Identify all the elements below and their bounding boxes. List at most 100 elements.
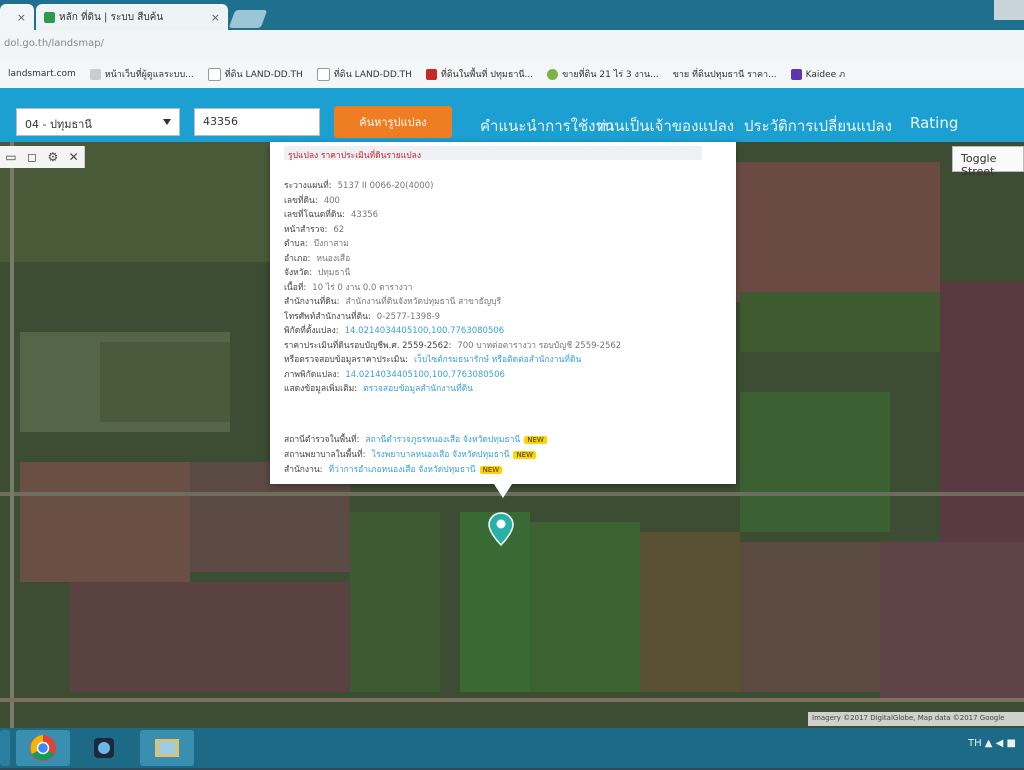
map-marker-icon[interactable] <box>488 512 514 546</box>
info-value: ปทุมธานี <box>317 268 351 278</box>
system-tray[interactable]: TH ▲ ◀ ■ <box>968 738 1016 749</box>
page-icon <box>316 67 330 81</box>
chrome-icon[interactable] <box>16 730 70 766</box>
bookmark-label: Kaidee ภ <box>805 70 845 80</box>
info-value: 10 ไร่ 0 งาน 0.0 ตารางวา <box>312 282 413 293</box>
app-icon[interactable] <box>84 730 124 766</box>
info-label: ภาพพิกัดแปลง: <box>284 369 340 380</box>
info-row: แสดงข้อมูลเพิ่มเติม: ตรวจสอบข้อมูลสำนักงา… <box>284 381 473 395</box>
info-label: หน้าสำรวจ: <box>284 224 328 235</box>
nearby-row: สถานีตำรวจในพื้นที่: สถานีตำรวจภูธรหนองเส… <box>284 432 547 446</box>
page-icon <box>207 67 221 81</box>
tab-close-icon[interactable]: × <box>211 11 220 24</box>
parcel-number-input[interactable]: 43356 <box>194 108 320 136</box>
bookmark-item[interactable]: หน้าเว็บที่ผู้ดูแลระบบ... <box>89 67 194 81</box>
nearby-row: สำนักงาน: ที่ว่าการอำเภอหนองเสือ จังหวัดป… <box>284 462 503 476</box>
info-link[interactable]: ตรวจสอบข้อมูลสำนักงานที่ดิน <box>363 384 473 394</box>
square-icon[interactable]: ◻ <box>27 150 37 164</box>
nav-history[interactable]: ประวัติการเปลี่ยนแปลง <box>744 114 892 138</box>
info-label: แสดงข้อมูลเพิ่มเติม: <box>284 384 358 394</box>
nearby-label: สถานีตำรวจในพื้นที่: <box>284 435 360 445</box>
info-row: หรือตรวจสอบข้อมูลราคาประเมิน: เว็บไซต์กรม… <box>284 352 581 366</box>
info-value: 0-2577-1398-9 <box>376 311 441 322</box>
info-row: เนื้อที่: 10 ไร่ 0 งาน 0.0 ตารางวา <box>284 280 412 294</box>
tab-first[interactable]: × <box>0 4 34 30</box>
bookmark-item[interactable]: Kaidee ภ <box>790 67 845 81</box>
info-value: 400 <box>323 195 340 206</box>
info-row: อำเภอ: หนองเสือ <box>284 251 350 265</box>
info-row: เลขที่โฉนดที่ดิน: 43356 <box>284 207 378 221</box>
info-value: 700 บาทต่อตารางวา รอบบัญชี 2559-2562 <box>457 340 622 351</box>
bookmark-item[interactable]: ขาย ที่ดินปทุมธานี ราคา... <box>673 67 777 81</box>
new-badge: NEW <box>524 436 547 444</box>
nearby-link[interactable]: โรงพยาบาลหนองเสือ จังหวัดปทุมธานี <box>372 450 510 460</box>
toggle-street-button[interactable]: Toggle Street <box>952 146 1024 178</box>
info-link[interactable]: เว็บไซต์กรมธนารักษ์ หรือติดต่อสำนักงานที… <box>414 355 581 365</box>
bookmark-item[interactable]: landsmart.com <box>8 69 76 79</box>
province-select[interactable]: 04 - ปทุมธานี <box>16 108 180 136</box>
bookmark-label: ที่ดินในพื้นที่ ปทุมธานี... <box>440 70 534 80</box>
map-toolbar: ▭ ◻ ⚙ ✕ <box>0 146 85 168</box>
tab-land-map[interactable]: หลัก ที่ดิน | ระบบ สืบค้น × <box>36 4 228 30</box>
info-row: โทรศัพท์สำนักงานที่ดิน: 0-2577-1398-9 <box>284 309 440 323</box>
bookmark-item[interactable]: ที่ดินในพื้นที่ ปทุมธานี... <box>425 67 534 81</box>
nav-rating[interactable]: Rating <box>910 114 958 132</box>
tab-close-icon[interactable]: × <box>17 11 26 24</box>
new-badge: NEW <box>513 451 537 459</box>
info-label: ราคาประเมินที่ดินรอบบัญชีพ.ศ. 2559-2562: <box>284 340 452 351</box>
url-text[interactable]: dol.go.th/landsmap/ <box>4 38 104 49</box>
bookmark-item[interactable]: ที่ดิน LAND-DD.TH <box>207 67 303 81</box>
info-label: จังหวัด: <box>284 268 312 278</box>
nearby-link[interactable]: สถานีตำรวจภูธรหนองเสือ จังหวัดปทุมธานี <box>365 435 520 445</box>
info-row: ภาพพิกัดแปลง: 14.0214034405100,100.776308… <box>284 367 505 381</box>
info-link[interactable]: 14.0214034405100,100.7763080506 <box>345 326 505 336</box>
bookmark-item[interactable]: ที่ดิน LAND-DD.TH <box>316 67 412 81</box>
info-row: ราคาประเมินที่ดินรอบบัญชีพ.ศ. 2559-2562:… <box>284 338 621 352</box>
search-parcel-button[interactable]: ค้นหารูปแปลง <box>334 106 452 138</box>
l-logo-icon <box>425 68 437 80</box>
info-row: สำนักงานที่ดิน: สำนักงานที่ดินจังหวัดปทุม… <box>284 294 501 308</box>
window-controls[interactable] <box>994 0 1024 20</box>
nav-owner[interactable]: ท่านเป็นเจ้าของแปลง <box>596 114 734 138</box>
info-label: เลขที่โฉนดที่ดิน: <box>284 210 346 220</box>
info-value: 62 <box>333 224 345 235</box>
map-attribution: Imagery ©2017 DigitalGlobe, Map data ©20… <box>808 712 1024 726</box>
info-label: ตำบล: <box>284 239 308 249</box>
bookmark-label: ที่ดิน LAND-DD.TH <box>333 70 412 80</box>
province-select-value: 04 - ปทุมธานี <box>25 118 92 131</box>
gear-icon[interactable]: ⚙ <box>47 150 58 164</box>
nearby-label: สถานพยาบาลในพื้นที่: <box>284 450 366 460</box>
info-row: เลขที่ดิน: 400 <box>284 193 340 207</box>
info-label: เนื้อที่: <box>284 282 307 293</box>
info-label: เลขที่ดิน: <box>284 195 318 206</box>
parcel-info-popup: รูปแปลง ราคาประเมินที่ดินรายแปลง ระวางแผ… <box>270 142 736 484</box>
nearby-row: สถานพยาบาลในพื้นที่: โรงพยาบาลหนองเสือ จั… <box>284 447 537 461</box>
new-tab-button[interactable] <box>228 10 268 28</box>
k-logo-icon <box>790 68 802 80</box>
start-button[interactable] <box>0 730 10 766</box>
info-label: ระวางแผนที่: <box>284 181 332 191</box>
nav-guide[interactable]: คำแนะนำการใช้งาน <box>480 114 614 138</box>
info-row: จังหวัด: ปทุมธานี <box>284 265 350 279</box>
file-explorer-icon[interactable] <box>140 730 194 766</box>
info-value: 5137 II 0066-20(4000) <box>337 181 434 191</box>
nearby-link[interactable]: ที่ว่าการอำเภอหนองเสือ จังหวัดปทุมธานี <box>329 465 476 475</box>
address-bar[interactable]: dol.go.th/landsmap/ <box>0 30 1024 61</box>
info-label: พิกัดที่ตั้งแปลง: <box>284 326 339 336</box>
bookmark-item[interactable]: ขายที่ดิน 21 ไร่ 3 งาน... <box>547 67 659 81</box>
info-label: อำเภอ: <box>284 253 311 264</box>
info-value: บึงกาสาม <box>313 239 349 249</box>
bookmark-label: ขาย ที่ดินปทุมธานี ราคา... <box>672 70 777 80</box>
rectangle-icon[interactable]: ▭ <box>5 150 16 164</box>
bookmarks-bar: landsmart.com หน้าเว็บที่ผู้ดูแลระบบ... … <box>0 60 1024 89</box>
info-row: พิกัดที่ตั้งแปลง: 14.0214034405100,100.77… <box>284 323 504 337</box>
popup-header: รูปแปลง ราคาประเมินที่ดินรายแปลง <box>284 146 702 160</box>
info-row: ระวางแผนที่: 5137 II 0066-20(4000) <box>284 178 433 192</box>
page-icon <box>89 68 101 80</box>
favicon-icon <box>44 11 55 23</box>
info-link[interactable]: 14.0214034405100,100.7763080506 <box>345 370 505 380</box>
nearby-label: สำนักงาน: <box>284 465 323 475</box>
info-label: สำนักงานที่ดิน: <box>284 297 340 307</box>
close-icon[interactable]: ✕ <box>69 150 79 164</box>
info-row: หน้าสำรวจ: 62 <box>284 222 344 236</box>
